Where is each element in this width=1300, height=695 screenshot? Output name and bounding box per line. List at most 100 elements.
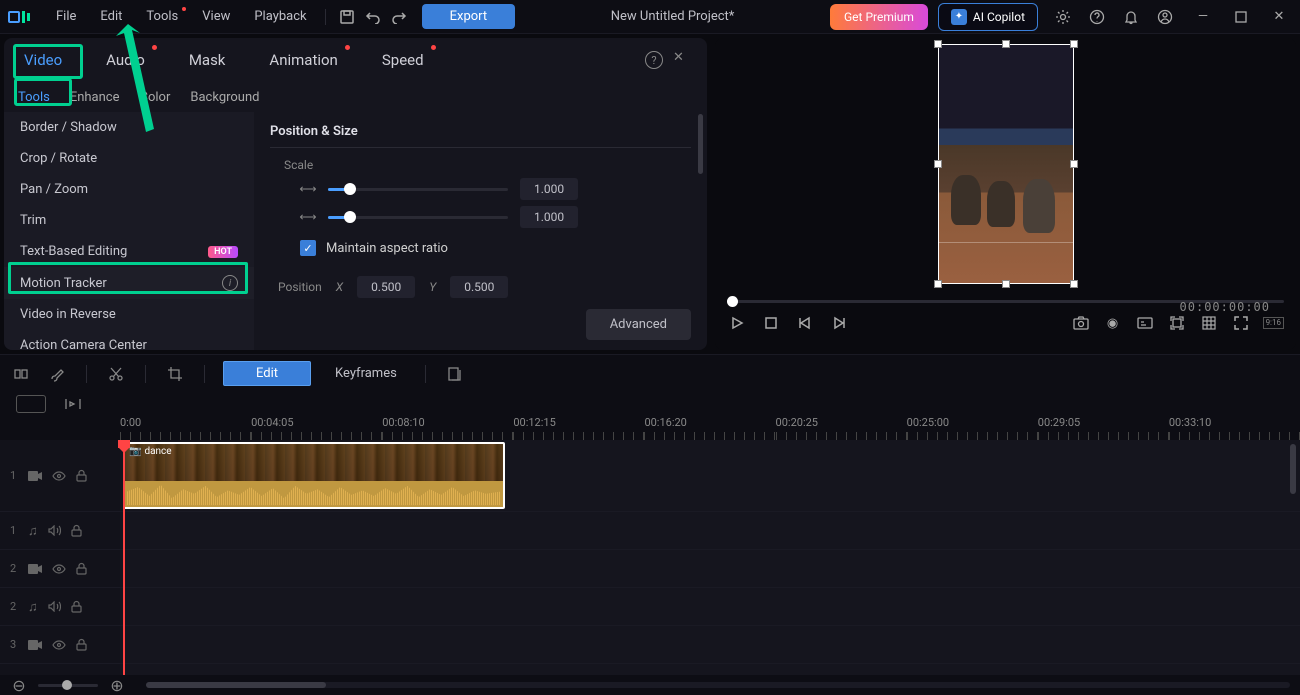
get-premium-button[interactable]: Get Premium: [830, 4, 928, 30]
subtab-background[interactable]: Background: [190, 90, 259, 105]
prev-frame-icon[interactable]: [795, 313, 815, 333]
caption-icon[interactable]: [1135, 313, 1155, 333]
cut-icon[interactable]: [105, 363, 127, 385]
fullscreen-icon[interactable]: [1231, 313, 1251, 333]
panel-help-icon[interactable]: ?: [645, 51, 663, 69]
track-content[interactable]: [120, 664, 1300, 675]
redo-icon[interactable]: [389, 7, 409, 27]
panel-scrollbar[interactable]: [698, 114, 703, 174]
tab-speed[interactable]: Speed: [374, 45, 432, 75]
lock-icon[interactable]: [76, 469, 87, 482]
visibility-icon[interactable]: [52, 564, 66, 574]
scale-height-slider[interactable]: [328, 216, 508, 219]
menu-file[interactable]: File: [46, 5, 86, 28]
resize-handle-b[interactable]: [1002, 280, 1010, 288]
horizontal-scrollbar[interactable]: [146, 682, 1290, 688]
resize-handle-tl[interactable]: [934, 40, 942, 48]
lock-icon[interactable]: [71, 524, 82, 537]
tool-trim[interactable]: Trim: [4, 205, 254, 236]
menu-view[interactable]: View: [192, 5, 240, 28]
minimize-icon[interactable]: —: [1193, 7, 1213, 27]
tab-mask[interactable]: Mask: [181, 45, 234, 75]
auto-fit-icon[interactable]: [16, 395, 46, 413]
clip-options-icon[interactable]: [444, 363, 466, 385]
scale-height-value[interactable]: 1.000: [520, 206, 578, 228]
next-frame-icon[interactable]: [829, 313, 849, 333]
video-track-icon[interactable]: [28, 640, 42, 650]
undo-icon[interactable]: [363, 7, 383, 27]
maintain-ratio-checkbox[interactable]: ✓: [300, 240, 316, 256]
track-content[interactable]: [120, 550, 1300, 587]
audio-track-icon[interactable]: ♫: [28, 599, 38, 615]
video-track-icon[interactable]: [28, 471, 42, 481]
video-clip[interactable]: 📷 dance: [123, 442, 505, 509]
select-tool-icon[interactable]: [10, 363, 32, 385]
preview-frame[interactable]: [939, 45, 1073, 283]
export-button[interactable]: Export: [422, 4, 516, 29]
subtab-tools[interactable]: Tools: [18, 90, 50, 105]
subtab-color[interactable]: Color: [140, 90, 171, 105]
snap-icon[interactable]: [64, 396, 84, 412]
ai-copilot-button[interactable]: ✦ AI Copilot: [938, 3, 1038, 31]
visibility-icon[interactable]: [52, 471, 66, 481]
fit-icon[interactable]: [1167, 313, 1187, 333]
tab-video[interactable]: Video: [16, 45, 70, 75]
preview-area[interactable]: [715, 38, 1296, 294]
quality-icon[interactable]: ◉: [1103, 313, 1123, 333]
track-content[interactable]: [120, 588, 1300, 625]
tab-audio[interactable]: Audio: [98, 45, 153, 75]
play-icon[interactable]: [727, 313, 747, 333]
lock-icon[interactable]: [76, 562, 87, 575]
zoom-in-icon[interactable]: ⊕: [108, 676, 126, 694]
settings-icon[interactable]: [1053, 7, 1073, 27]
tool-pan-zoom[interactable]: Pan / Zoom: [4, 174, 254, 205]
zoom-out-icon[interactable]: ⊖: [10, 676, 28, 694]
scale-width-slider[interactable]: [328, 188, 508, 191]
maximize-icon[interactable]: [1231, 7, 1251, 27]
video-track-icon[interactable]: [28, 564, 42, 574]
track-content[interactable]: [120, 626, 1300, 663]
tool-action-camera[interactable]: Action Camera Center: [4, 330, 254, 350]
resize-handle-bl[interactable]: [934, 280, 942, 288]
mute-icon[interactable]: [48, 601, 61, 612]
tool-text-based-editing[interactable]: Text-Based EditingHOT: [4, 236, 254, 267]
tool-motion-tracker[interactable]: Motion Trackeri: [4, 267, 254, 299]
lock-icon[interactable]: [76, 638, 87, 651]
lock-icon[interactable]: [71, 600, 82, 613]
menu-edit[interactable]: Edit: [90, 5, 132, 28]
aspect-ratio-icon[interactable]: 9:16: [1263, 317, 1284, 329]
tool-video-reverse[interactable]: Video in Reverse: [4, 299, 254, 330]
tool-border-shadow[interactable]: Border / Shadow: [4, 112, 254, 143]
resize-handle-r[interactable]: [1070, 160, 1078, 168]
subtab-enhance[interactable]: Enhance: [70, 90, 120, 105]
resize-handle-tr[interactable]: [1070, 40, 1078, 48]
track-content[interactable]: 📷 dance: [120, 440, 1300, 511]
timeline-ruler[interactable]: 0:00 00:04:05 00:08:10 00:12:15 00:16:20…: [0, 416, 1300, 440]
notifications-icon[interactable]: [1121, 7, 1141, 27]
stop-icon[interactable]: [761, 313, 781, 333]
grid-icon[interactable]: [1199, 313, 1219, 333]
help-icon[interactable]: [1087, 7, 1107, 27]
tool-crop-rotate[interactable]: Crop / Rotate: [4, 143, 254, 174]
tab-animation[interactable]: Animation: [261, 45, 345, 75]
resize-handle-t[interactable]: [1002, 40, 1010, 48]
crop-tool-icon[interactable]: [164, 363, 186, 385]
panel-close-icon[interactable]: ✕: [673, 50, 693, 70]
menu-playback[interactable]: Playback: [244, 5, 316, 28]
mute-icon[interactable]: [48, 525, 61, 536]
advanced-button[interactable]: Advanced: [586, 309, 691, 340]
scale-width-value[interactable]: 1.000: [520, 178, 578, 200]
track-content[interactable]: [120, 512, 1300, 549]
timeline-scrollbar[interactable]: [1290, 444, 1296, 494]
account-icon[interactable]: [1155, 7, 1175, 27]
snapshot-icon[interactable]: [1071, 313, 1091, 333]
position-x-value[interactable]: 0.500: [357, 276, 415, 298]
resize-handle-br[interactable]: [1070, 280, 1078, 288]
brush-tool-icon[interactable]: [46, 363, 68, 385]
playhead[interactable]: [123, 440, 125, 675]
visibility-icon[interactable]: [52, 640, 66, 650]
menu-tools[interactable]: Tools: [136, 5, 188, 28]
position-y-value[interactable]: 0.500: [450, 276, 508, 298]
keyframes-button[interactable]: Keyframes: [325, 362, 407, 385]
info-icon[interactable]: i: [222, 275, 238, 291]
